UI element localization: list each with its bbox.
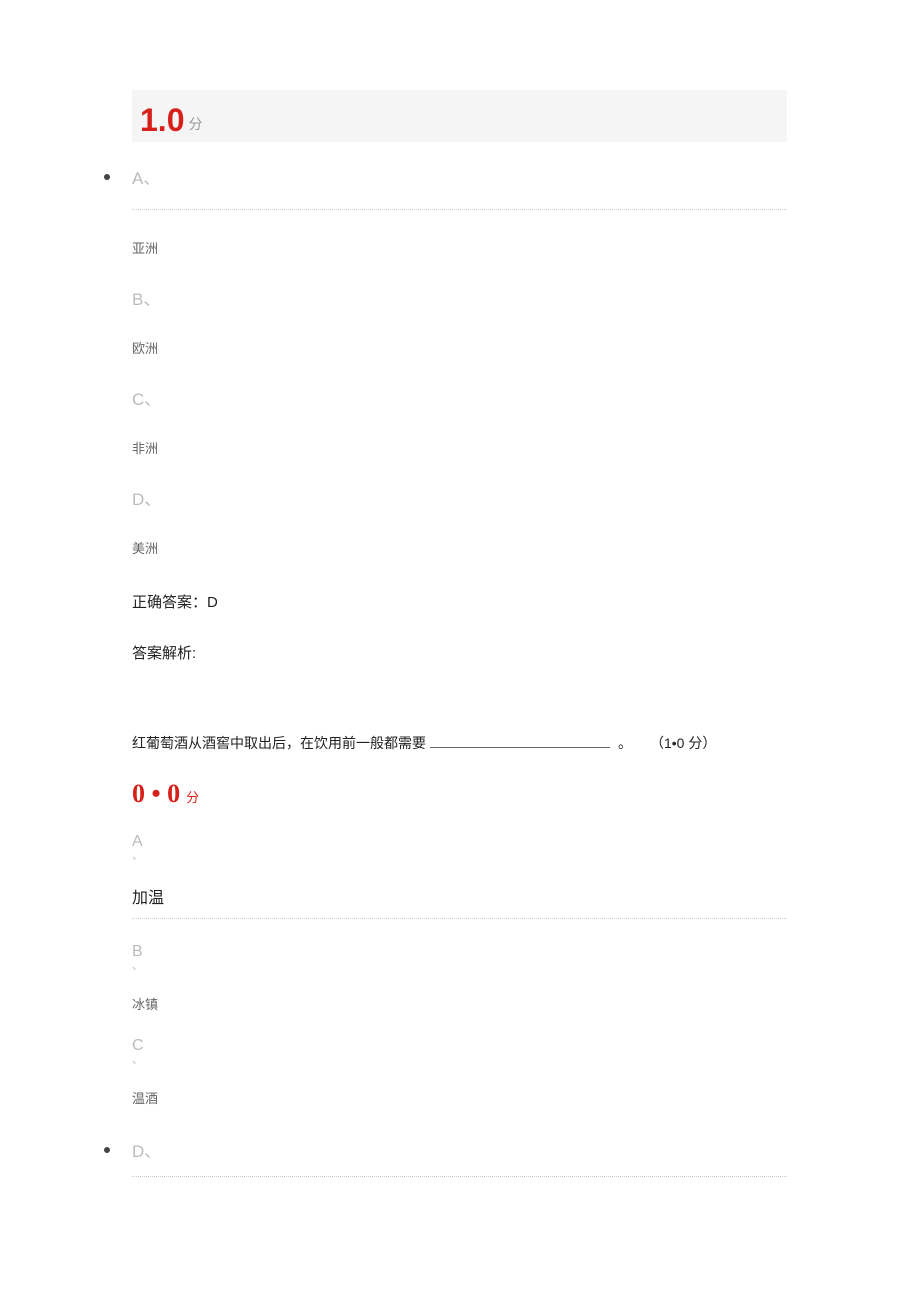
q2-stem: 红葡萄酒从酒窖中取出后，在饮用前一般都需要 — [132, 733, 426, 753]
q2-option-d-row: D、 — [104, 1137, 787, 1162]
q1-score-unit: 分 — [188, 114, 202, 136]
q1-option-c-text: 非洲 — [132, 438, 787, 457]
q1-option-b-text: 欧洲 — [132, 338, 787, 357]
q2-points: （1•0 分） — [650, 733, 716, 753]
q1-option-c-block: C、 非洲 — [132, 385, 787, 457]
q2-option-b-label: B — [132, 943, 143, 960]
q2-blank — [430, 747, 610, 748]
q2-option-b-text: 冰镇 — [132, 994, 787, 1013]
document-content: 1.0 分 A、 亚洲 B、 欧洲 C、 非洲 D、 美洲 正确答案：D 答案解… — [132, 90, 787, 1177]
q1-option-d-block: D、 美洲 — [132, 485, 787, 557]
q2-option-b-comma: 、 — [132, 961, 787, 972]
divider — [132, 1176, 787, 1177]
q1-option-a-label: A、 — [132, 164, 160, 189]
bullet-icon — [104, 1147, 110, 1153]
bullet-icon — [104, 174, 110, 180]
q1-option-b-label: B、 — [132, 285, 787, 310]
q1-option-d-label: D、 — [132, 485, 787, 510]
q2-option-a-label: A — [132, 833, 143, 850]
q2-stem-line: 红葡萄酒从酒窖中取出后，在饮用前一般都需要 。 （1•0 分） — [132, 733, 787, 753]
q2-score-unit: 分 — [186, 787, 199, 806]
q2-option-c-label: C — [132, 1037, 144, 1054]
q1-score-banner: 1.0 分 — [132, 90, 787, 142]
q2-option-a-text: 加温 — [132, 884, 787, 908]
q2-option-a-comma: 、 — [132, 851, 787, 862]
q1-score-value: 1.0 — [140, 104, 184, 136]
q1-analysis-label: 答案解析: — [132, 642, 787, 663]
q2-option-a-block: A 、 加温 — [132, 833, 787, 908]
q2-option-d-label: D、 — [132, 1137, 161, 1162]
q2-score-line: 0 • 0 分 — [132, 779, 787, 809]
divider — [132, 209, 787, 210]
q1-option-a-text: 亚洲 — [132, 238, 787, 257]
q1-option-d-text: 美洲 — [132, 538, 787, 557]
q2-option-c-text: 温酒 — [132, 1088, 787, 1107]
divider — [132, 918, 787, 919]
q2-score-value: 0 • 0 — [132, 779, 180, 809]
q1-option-b-block: B、 欧洲 — [132, 285, 787, 357]
q1-option-a-text-block: 亚洲 — [132, 238, 787, 257]
q2-period: 。 — [618, 733, 632, 753]
q1-option-a-row: A、 — [104, 164, 787, 189]
q2-option-c-comma: 、 — [132, 1055, 787, 1066]
q1-correct-answer: 正确答案：D — [132, 591, 787, 612]
q1-option-c-label: C、 — [132, 385, 787, 410]
q2-option-c-block: C 、 温酒 — [132, 1037, 787, 1107]
q2-option-b-block: B 、 冰镇 — [132, 943, 787, 1013]
